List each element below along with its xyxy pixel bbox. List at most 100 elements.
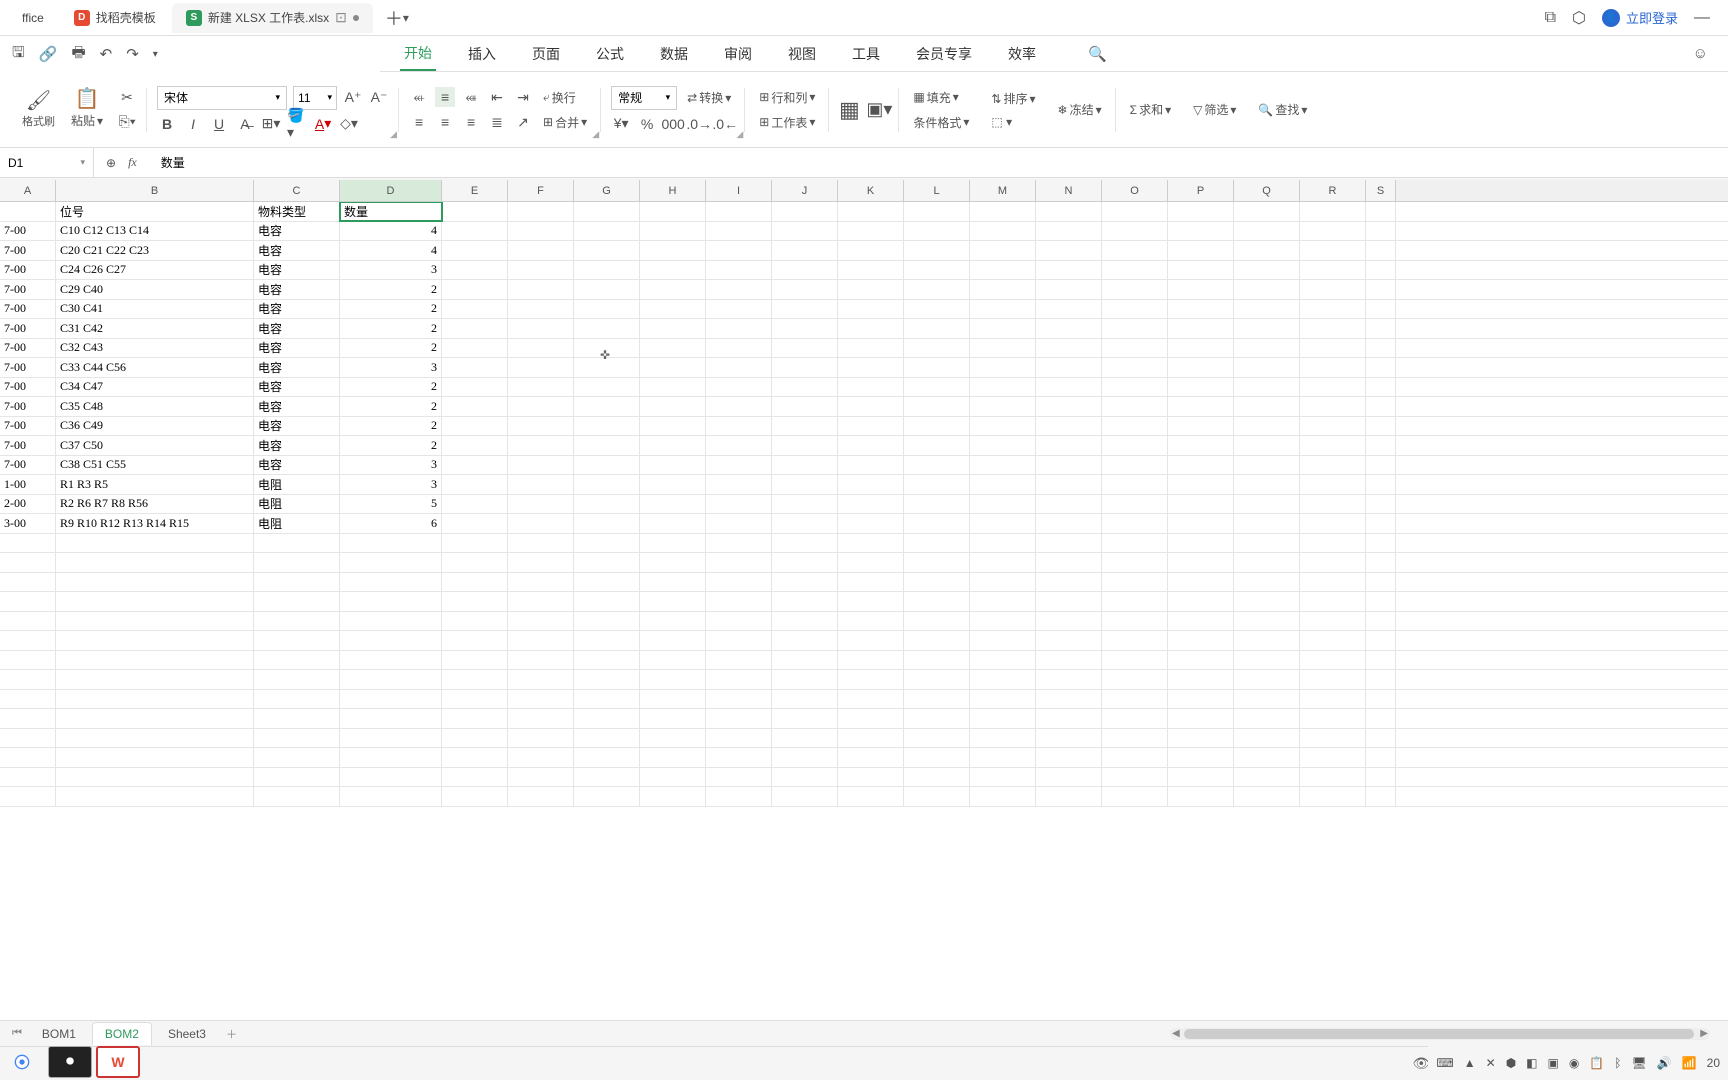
cell[interactable] xyxy=(1168,222,1234,241)
cell[interactable] xyxy=(1300,514,1366,533)
recorder-taskbar-icon[interactable]: ⏺ xyxy=(48,1046,92,1078)
cell[interactable] xyxy=(904,709,970,728)
cell[interactable]: C31 C42 xyxy=(56,319,254,338)
cell[interactable] xyxy=(904,670,970,689)
cell[interactable] xyxy=(1168,339,1234,358)
cell[interactable] xyxy=(706,280,772,299)
cell[interactable] xyxy=(640,280,706,299)
cell[interactable] xyxy=(1036,241,1102,260)
cell[interactable]: 7-00 xyxy=(0,436,56,455)
cell[interactable]: 7-00 xyxy=(0,319,56,338)
crop-button[interactable]: ⬚ ▾ xyxy=(987,113,1039,131)
cell[interactable] xyxy=(574,261,640,280)
cell[interactable] xyxy=(1102,202,1168,221)
cell[interactable]: C20 C21 C22 C23 xyxy=(56,241,254,260)
border-icon[interactable]: ⊞▾ xyxy=(261,114,281,134)
cell[interactable] xyxy=(1366,748,1396,767)
cell[interactable] xyxy=(904,787,970,806)
cell[interactable] xyxy=(640,690,706,709)
cell[interactable] xyxy=(706,241,772,260)
cell[interactable] xyxy=(772,436,838,455)
cell[interactable] xyxy=(442,534,508,553)
cell[interactable] xyxy=(1168,709,1234,728)
cell[interactable] xyxy=(970,222,1036,241)
cell[interactable]: 7-00 xyxy=(0,339,56,358)
cell[interactable] xyxy=(706,222,772,241)
cell[interactable] xyxy=(1300,612,1366,631)
cell[interactable] xyxy=(772,300,838,319)
cell[interactable] xyxy=(574,748,640,767)
cell[interactable] xyxy=(838,358,904,377)
cell[interactable] xyxy=(640,709,706,728)
cell[interactable] xyxy=(772,339,838,358)
cell[interactable] xyxy=(508,378,574,397)
cell[interactable] xyxy=(1234,319,1300,338)
cell[interactable] xyxy=(1036,475,1102,494)
cell[interactable] xyxy=(254,709,340,728)
cell[interactable] xyxy=(904,748,970,767)
cell[interactable] xyxy=(1234,436,1300,455)
cell[interactable] xyxy=(772,202,838,221)
cell[interactable] xyxy=(508,514,574,533)
cell[interactable] xyxy=(970,553,1036,572)
column-header-A[interactable]: A xyxy=(0,180,56,201)
cell[interactable] xyxy=(1300,729,1366,748)
cell[interactable] xyxy=(772,553,838,572)
cell[interactable] xyxy=(1234,709,1300,728)
align-group-dialog[interactable]: ◢ xyxy=(592,129,599,140)
cell[interactable] xyxy=(56,612,254,631)
fill-button[interactable]: ▦ 填充 ▾ xyxy=(909,87,973,108)
cell[interactable] xyxy=(706,612,772,631)
cell[interactable] xyxy=(1102,592,1168,611)
cell[interactable] xyxy=(904,729,970,748)
tray-app3-icon[interactable]: ◧ xyxy=(1526,1056,1537,1070)
login-button[interactable]: 👤 立即登录 xyxy=(1602,8,1678,27)
cancel-formula-icon[interactable]: ⊕ xyxy=(106,156,116,170)
cell[interactable] xyxy=(1234,378,1300,397)
font-group-dialog[interactable]: ◢ xyxy=(390,129,397,140)
qa-dropdown-icon[interactable]: ▾ xyxy=(153,49,158,60)
cell[interactable] xyxy=(904,241,970,260)
menu-review[interactable]: 审阅 xyxy=(720,38,756,70)
cell[interactable] xyxy=(838,514,904,533)
cell[interactable] xyxy=(838,280,904,299)
paste-icon[interactable]: 📋 xyxy=(77,88,97,108)
cell[interactable] xyxy=(1234,631,1300,650)
cell[interactable] xyxy=(970,690,1036,709)
cell[interactable] xyxy=(772,670,838,689)
cell[interactable] xyxy=(574,573,640,592)
cell[interactable]: R9 R10 R12 R13 R14 R15 xyxy=(56,514,254,533)
cell[interactable] xyxy=(1168,553,1234,572)
cell[interactable] xyxy=(1300,670,1366,689)
cell[interactable] xyxy=(970,768,1036,787)
cell[interactable] xyxy=(1168,241,1234,260)
cut-icon[interactable]: ✂ xyxy=(117,88,137,108)
spreadsheet-grid[interactable]: ABCDEFGHIJKLMNOPQRS 位号物料类型数量7-00C10 C12 … xyxy=(0,180,1728,1020)
cell[interactable]: 2 xyxy=(340,436,442,455)
cell[interactable] xyxy=(970,787,1036,806)
cell[interactable] xyxy=(0,729,56,748)
cell[interactable]: C33 C44 C56 xyxy=(56,358,254,377)
cell[interactable] xyxy=(838,475,904,494)
cell[interactable] xyxy=(1234,280,1300,299)
cell[interactable]: 7-00 xyxy=(0,456,56,475)
cell[interactable] xyxy=(1036,709,1102,728)
freeze-button[interactable]: ❄ 冻结 ▾ xyxy=(1054,99,1106,120)
cell[interactable] xyxy=(1300,748,1366,767)
cell[interactable] xyxy=(1366,592,1396,611)
cell[interactable] xyxy=(1234,241,1300,260)
cell[interactable] xyxy=(838,300,904,319)
cell[interactable] xyxy=(838,768,904,787)
cell[interactable] xyxy=(1102,573,1168,592)
cell[interactable] xyxy=(0,651,56,670)
cell[interactable] xyxy=(1036,495,1102,514)
cell[interactable] xyxy=(508,436,574,455)
column-header-F[interactable]: F xyxy=(508,180,574,201)
cell[interactable]: 3 xyxy=(340,261,442,280)
cell[interactable]: 电阻 xyxy=(254,495,340,514)
column-header-J[interactable]: J xyxy=(772,180,838,201)
cell[interactable]: 7-00 xyxy=(0,358,56,377)
cell[interactable] xyxy=(838,690,904,709)
tray-nvidia-icon[interactable]: ◉ xyxy=(1569,1056,1579,1070)
cell[interactable] xyxy=(340,612,442,631)
